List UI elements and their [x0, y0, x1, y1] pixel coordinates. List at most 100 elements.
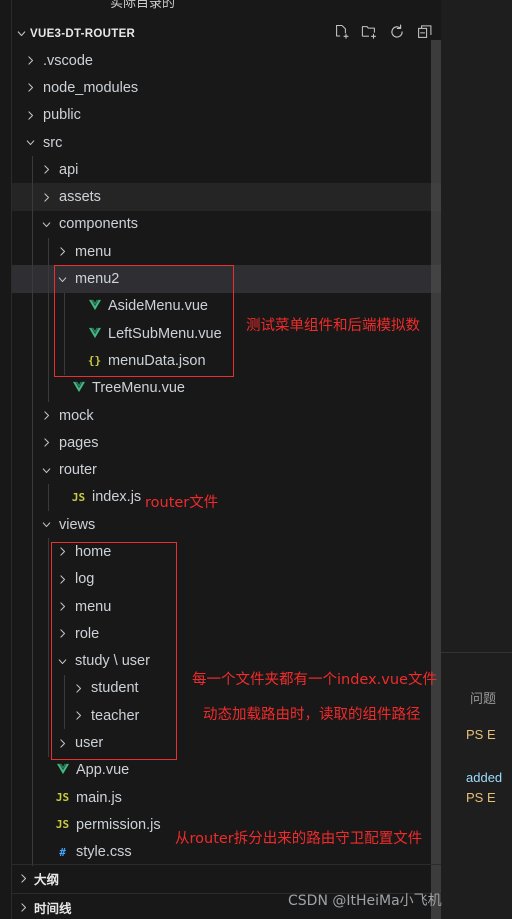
chevron-right-icon[interactable] — [12, 872, 34, 885]
tree-row-user[interactable]: user — [12, 729, 441, 757]
tree-row-app-vue[interactable]: App.vue — [12, 756, 441, 785]
chevron-right-icon[interactable] — [70, 680, 86, 696]
tree-row-index-js[interactable]: JS index.js — [12, 483, 441, 512]
tree-row-label: menu2 — [75, 271, 120, 288]
chevron-down-icon[interactable] — [38, 216, 54, 232]
indent-guide — [32, 592, 33, 621]
chevron-right-icon[interactable] — [54, 735, 70, 751]
tree-row-pages[interactable]: pages — [12, 429, 441, 457]
js-file-icon: JS — [55, 791, 70, 805]
tree-row-label: assets — [59, 189, 101, 206]
indent-guide — [32, 183, 33, 211]
indent-guide — [48, 729, 49, 757]
tree-row-label: menu — [75, 243, 112, 260]
bottom-section-label: 大纲 — [34, 872, 60, 887]
chevron-down-icon[interactable] — [12, 27, 30, 40]
refresh-icon[interactable] — [389, 24, 405, 40]
tree-row-views[interactable]: views — [12, 511, 441, 539]
tree-row-router[interactable]: router — [12, 456, 441, 484]
chevron-down-icon[interactable] — [54, 271, 70, 287]
tree-row-node-modules[interactable]: node_modules — [12, 74, 441, 101]
panel-text-0: 问题 — [470, 691, 497, 706]
tree-row-log[interactable]: log — [12, 565, 441, 593]
chevron-right-icon[interactable] — [54, 626, 70, 642]
tree-row-label: main.js — [76, 789, 122, 806]
indent-guide — [48, 538, 49, 566]
chevron-right-icon[interactable] — [38, 189, 54, 205]
tree-row-assets[interactable]: assets — [12, 183, 441, 211]
annot-menu2: 测试菜单组件和后端模拟数 — [246, 318, 420, 334]
indent-guide — [32, 210, 33, 239]
tree-row-label: user — [75, 735, 104, 752]
indent-guide — [64, 674, 65, 703]
indent-guide — [32, 374, 33, 402]
tree-row-home[interactable]: home — [12, 538, 441, 566]
tree-row-treemenu-vue[interactable]: TreeMenu.vue — [12, 374, 441, 402]
indent-guide — [48, 702, 49, 730]
chevron-right-icon[interactable] — [54, 244, 70, 260]
chevron-right-icon[interactable] — [70, 708, 86, 724]
chevron-right-icon[interactable] — [38, 435, 54, 451]
tree-row-label: .vscode — [43, 52, 93, 69]
tree-row-label: pages — [59, 434, 99, 451]
chevron-down-icon[interactable] — [38, 517, 54, 533]
tree-row-label: student — [91, 680, 139, 697]
indent-guide — [32, 265, 33, 293]
vscode-explorer-screenshot: 问题 PS Eadded PS E 实际目录的 VUE3-DT-ROUTER .… — [0, 0, 512, 919]
sidebar-scrollbar[interactable] — [431, 40, 441, 919]
tree-row-label: menu — [75, 598, 112, 615]
indent-guide — [32, 347, 33, 375]
watermark: CSDN @ItHeiMa小飞机 — [288, 893, 442, 909]
indent-guide — [32, 319, 33, 348]
chevron-down-icon[interactable] — [38, 462, 54, 478]
tree-row-label: node_modules — [43, 79, 139, 96]
tree-row-mock[interactable]: mock — [12, 401, 441, 430]
tree-row-menu[interactable]: menu — [12, 592, 441, 621]
tree-row-menu2[interactable]: menu2 — [12, 265, 441, 293]
tree-row-vscode[interactable]: .vscode — [12, 47, 441, 74]
chevron-right-icon[interactable] — [22, 53, 38, 69]
js-file-icon: JS — [71, 490, 86, 504]
collapse-all-icon[interactable] — [417, 24, 433, 40]
annot-dynamic-route: 动态加载路由时，读取的组件路径 — [203, 707, 421, 723]
indent-guide — [32, 456, 33, 484]
tree-row-components[interactable]: components — [12, 210, 441, 239]
indent-guide — [32, 238, 33, 266]
indent-guide — [32, 292, 33, 320]
indent-guide — [32, 647, 33, 675]
tree-row-menudata-json[interactable]: {} menuData.json — [12, 347, 441, 375]
tree-row-public[interactable]: public — [12, 102, 441, 129]
indent-guide — [32, 511, 33, 539]
new-file-icon[interactable] — [333, 24, 349, 40]
tree-row-label: log — [75, 571, 95, 588]
chevron-right-icon[interactable] — [22, 107, 38, 123]
json-file-icon: {} — [87, 354, 102, 368]
chevron-down-icon[interactable] — [22, 135, 38, 151]
chevron-right-icon[interactable] — [54, 571, 70, 587]
chevron-right-icon[interactable] — [22, 80, 38, 96]
tree-row-label: public — [43, 107, 81, 124]
chevron-right-icon[interactable] — [12, 901, 34, 914]
chevron-right-icon[interactable] — [54, 599, 70, 615]
chevron-right-icon[interactable] — [38, 408, 54, 424]
tree-row-menu[interactable]: menu — [12, 238, 441, 266]
indent-guide — [32, 483, 33, 512]
chevron-right-icon[interactable] — [54, 544, 70, 560]
chevron-right-icon[interactable] — [38, 162, 54, 178]
chevron-down-icon[interactable] — [54, 653, 70, 669]
new-folder-icon[interactable] — [361, 24, 377, 40]
indent-guide — [32, 811, 33, 839]
bottom-section-outline[interactable]: 大纲 — [12, 864, 441, 892]
tree-row-api[interactable]: api — [12, 156, 441, 184]
indent-guide — [32, 538, 33, 566]
explorer-section-header[interactable]: VUE3-DT-ROUTER — [12, 20, 441, 47]
panel-text-3: PS E — [466, 790, 496, 805]
tree-row-role[interactable]: role — [12, 620, 441, 648]
tree-row-main-js[interactable]: JS main.js — [12, 784, 441, 812]
tree-row-src[interactable]: src — [12, 129, 441, 156]
tree-row-label: router — [59, 462, 97, 479]
